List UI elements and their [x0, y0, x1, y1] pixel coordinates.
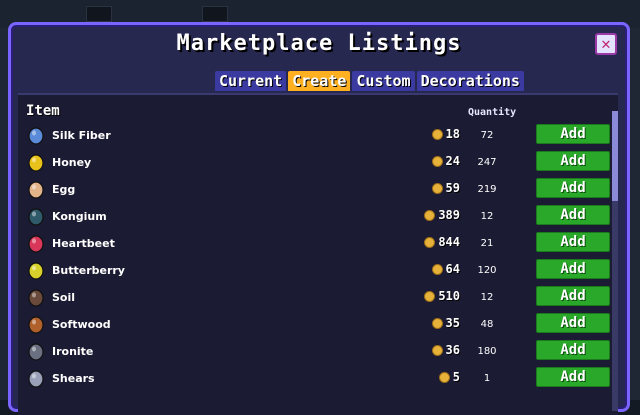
- coin-icon: [431, 317, 443, 329]
- coin-icon: [424, 236, 436, 248]
- item-price: 35: [431, 316, 460, 330]
- item-price: 510: [424, 289, 460, 303]
- table-row: Butterberry 64 120 Add: [18, 258, 618, 285]
- table-row: Kongium 389 12 Add: [18, 204, 618, 231]
- item-price: 64: [431, 262, 460, 276]
- table-row: Shears 5 1 Add: [18, 366, 618, 393]
- marketplace-panel: Marketplace Listings ✕ Current Create Cu…: [8, 22, 630, 415]
- add-button[interactable]: Add: [536, 259, 610, 279]
- price-value: 5: [452, 370, 460, 384]
- item-name: Egg: [52, 183, 76, 196]
- window-title: Marketplace Listings: [176, 31, 462, 56]
- butterberry-icon: [26, 260, 46, 280]
- item-name: Honey: [52, 156, 92, 169]
- item-price: 59: [431, 181, 460, 195]
- add-button[interactable]: Add: [536, 367, 610, 387]
- tab-create[interactable]: Create: [288, 71, 351, 91]
- add-button[interactable]: Add: [536, 124, 610, 144]
- heartbeet-icon: [26, 233, 46, 253]
- add-button[interactable]: Add: [536, 205, 610, 225]
- price-value: 35: [445, 316, 460, 330]
- item-price: 844: [424, 235, 460, 249]
- item-name: Ironite: [52, 345, 94, 358]
- add-button[interactable]: Add: [536, 151, 610, 171]
- item-price: 36: [431, 343, 460, 357]
- item-name: Softwood: [52, 318, 111, 331]
- background-left: [0, 28, 8, 400]
- item-quantity: 12: [480, 292, 494, 303]
- price-value: 36: [445, 343, 460, 357]
- coin-icon: [431, 344, 443, 356]
- item-quantity: 48: [480, 319, 494, 330]
- item-price: 18: [431, 127, 460, 141]
- tab-current[interactable]: Current: [215, 71, 287, 91]
- add-button[interactable]: Add: [536, 232, 610, 252]
- table-row: Heartbeet 844 21 Add: [18, 231, 618, 258]
- table-row: Softwood 35 48 Add: [18, 312, 618, 339]
- coin-icon: [431, 263, 443, 275]
- table-row: Silk Fiber 18 72 Add: [18, 123, 618, 150]
- item-price: 389: [424, 208, 460, 222]
- shears-icon: [26, 368, 46, 388]
- add-button[interactable]: Add: [536, 286, 610, 306]
- add-button[interactable]: Add: [536, 178, 610, 198]
- background-block: [86, 6, 112, 22]
- add-button[interactable]: Add: [536, 340, 610, 360]
- item-price: 24: [431, 154, 460, 168]
- item-quantity: 247: [477, 157, 497, 168]
- item-quantity: 1: [483, 373, 491, 384]
- background-block: [202, 6, 228, 22]
- scrollbar-thumb[interactable]: [612, 111, 618, 201]
- price-value: 510: [438, 289, 460, 303]
- item-name: Silk Fiber: [52, 129, 111, 142]
- item-name: Shears: [52, 372, 95, 385]
- softwood-icon: [26, 314, 46, 334]
- table-row: Soil 510 12 Add: [18, 285, 618, 312]
- tab-bar: Current Create Custom Decorations: [215, 71, 526, 91]
- coin-icon: [431, 128, 443, 140]
- price-value: 844: [438, 235, 460, 249]
- egg-icon: [26, 179, 46, 199]
- item-name: Soil: [52, 291, 76, 304]
- coin-icon: [424, 290, 436, 302]
- coin-icon: [431, 182, 443, 194]
- tab-decorations[interactable]: Decorations: [416, 71, 524, 91]
- table-row: Egg 59 219 Add: [18, 177, 618, 204]
- close-button[interactable]: ✕: [595, 33, 617, 55]
- price-value: 59: [445, 181, 460, 195]
- item-name: Butterberry: [52, 264, 125, 277]
- add-button[interactable]: Add: [536, 313, 610, 333]
- item-quantity: 21: [480, 238, 494, 249]
- tab-custom[interactable]: Custom: [352, 71, 415, 91]
- item-quantity: 180: [477, 346, 497, 357]
- table-row: Ironite 36 180 Add: [18, 339, 618, 366]
- ironite-icon: [26, 341, 46, 361]
- soil-icon: [26, 287, 46, 307]
- item-price: 5: [438, 370, 460, 384]
- coin-icon: [424, 209, 436, 221]
- item-name: Kongium: [52, 210, 107, 223]
- item-column-header: Item: [26, 103, 60, 119]
- price-value: 24: [445, 154, 460, 168]
- kongium-icon: [26, 206, 46, 226]
- coin-icon: [438, 371, 450, 383]
- table-row: Honey 24 247 Add: [18, 150, 618, 177]
- item-name: Heartbeet: [52, 237, 115, 250]
- listing-table: Item Quantity Silk Fiber 18 72 Add Honey 24 24…: [18, 93, 618, 415]
- item-quantity: 219: [477, 184, 497, 195]
- coin-icon: [431, 155, 443, 167]
- item-quantity: 72: [480, 130, 494, 141]
- quantity-column-header: Quantity: [468, 107, 517, 118]
- item-quantity: 12: [480, 211, 494, 222]
- item-quantity: 120: [477, 265, 497, 276]
- price-value: 64: [445, 262, 460, 276]
- silk-fiber-icon: [26, 125, 46, 145]
- scrollbar[interactable]: [612, 111, 618, 411]
- honey-icon: [26, 152, 46, 172]
- price-value: 18: [445, 127, 460, 141]
- price-value: 389: [438, 208, 460, 222]
